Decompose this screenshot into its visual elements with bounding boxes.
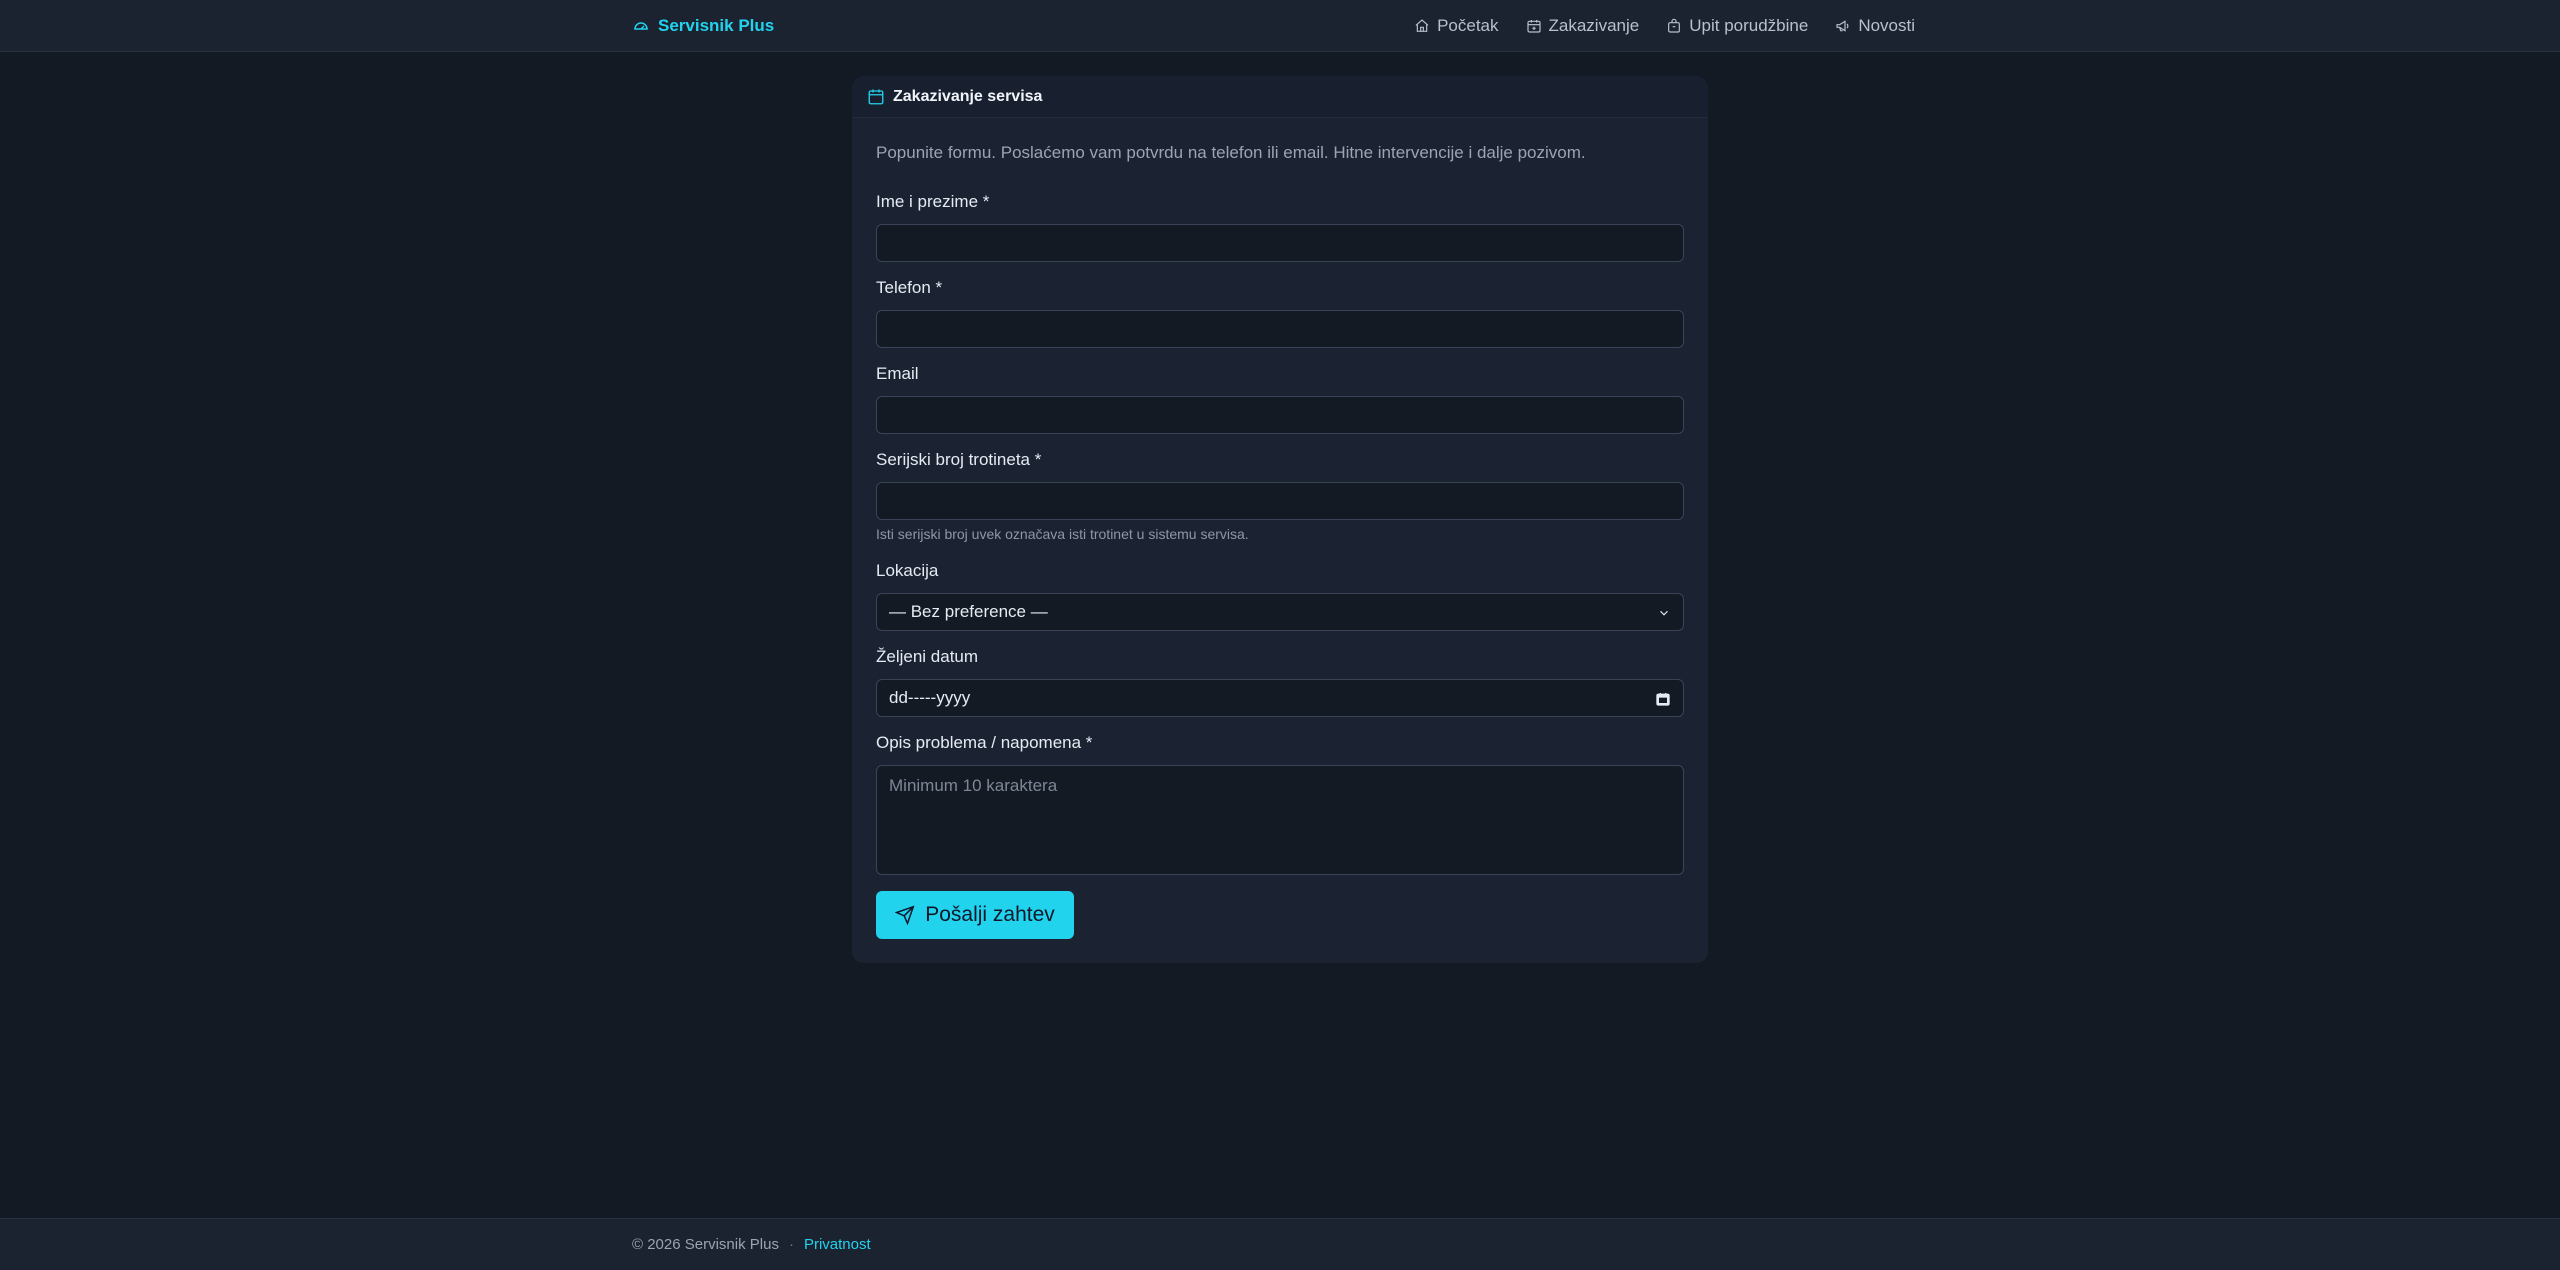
nav-item-pocetak[interactable]: Početak <box>1414 16 1499 36</box>
brand-name: Servisnik Plus <box>658 16 775 35</box>
submit-button[interactable]: Pošalji zahtev <box>876 891 1074 939</box>
serial-input[interactable] <box>876 482 1684 520</box>
nav-label: Zakazivanje <box>1548 16 1640 35</box>
calendar-plus-icon <box>1526 20 1541 33</box>
date-value: dd-----yyyy <box>889 688 971 707</box>
nav-item-upit-porudzbine[interactable]: Upit porudžbine <box>1666 16 1808 36</box>
phone-label: Telefon * <box>876 278 943 297</box>
description-placeholder: Minimum 10 karaktera <box>889 776 1058 795</box>
card-title: Zakazivanje servisa <box>893 87 1043 105</box>
location-selected-value: — Bez preference — <box>889 602 1048 621</box>
name-label: Ime i prezime * <box>876 192 990 211</box>
calendar-picker-icon[interactable] <box>1655 691 1671 707</box>
location-label: Lokacija <box>876 561 939 580</box>
card-header: Zakazivanje servisa <box>852 76 1708 118</box>
email-input[interactable] <box>876 396 1684 434</box>
serial-label: Serijski broj trotineta * <box>876 450 1042 469</box>
nav-item-novosti[interactable]: Novosti <box>1835 16 1915 36</box>
megaphone-icon <box>1836 20 1849 32</box>
bag-icon <box>1668 18 1681 33</box>
footer-separator: · <box>788 1236 794 1253</box>
email-label: Email <box>876 364 919 383</box>
phone-input[interactable] <box>876 310 1684 348</box>
date-input[interactable]: dd-----yyyy <box>876 679 1684 717</box>
footer-content: © 2026 Servisnik Plus · Privatnost <box>632 1236 871 1253</box>
brand-link[interactable]: Servisnik Plus <box>632 15 774 37</box>
top-navbar: Servisnik Plus Početak Zakazivanje Upit … <box>0 0 2560 52</box>
booking-card: Zakazivanje servisa Popunite formu. Posl… <box>852 76 1708 963</box>
copyright-text: © 2026 Servisnik Plus <box>632 1236 779 1253</box>
nav-label: Novosti <box>1858 16 1915 35</box>
serial-help-text: Isti serijski broj uvek označava isti tr… <box>876 526 1249 542</box>
nav-label: Početak <box>1437 16 1499 35</box>
privacy-link[interactable]: Privatnost <box>804 1236 871 1253</box>
submit-label: Pošalji zahtev <box>925 903 1055 926</box>
nav-item-zakazivanje[interactable]: Zakazivanje <box>1526 16 1640 36</box>
calendar-icon <box>868 89 884 104</box>
description-textarea[interactable]: Minimum 10 karaktera <box>876 765 1684 875</box>
name-input[interactable] <box>876 224 1684 262</box>
form-intro: Popunite formu. Poslaćemo vam potvrdu na… <box>876 143 1586 162</box>
home-icon <box>1415 19 1429 32</box>
date-label: Željeni datum <box>876 647 979 666</box>
footer: © 2026 Servisnik Plus · Privatnost <box>0 1218 2560 1270</box>
gauge-icon <box>634 22 648 30</box>
nav-label: Upit porudžbine <box>1689 16 1809 35</box>
location-select[interactable]: — Bez preference — <box>876 593 1684 631</box>
chevron-down-icon <box>1660 610 1668 616</box>
main-nav: Početak Zakazivanje Upit porudžbine Novo… <box>1414 14 1915 38</box>
send-icon <box>895 905 915 925</box>
description-label: Opis problema / napomena * <box>876 733 1093 752</box>
